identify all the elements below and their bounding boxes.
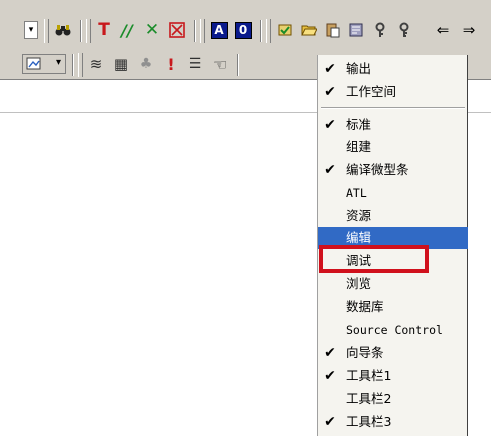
toolbar-row-1: ▾ T // ✕ A 0 ⇐ ⇒ <box>0 14 491 48</box>
workspace-icon[interactable] <box>274 19 296 41</box>
check-icon: ✔ <box>324 368 336 384</box>
menu-item-label: 标准 <box>346 117 372 132</box>
open-folder-icon[interactable] <box>298 19 320 41</box>
grid-icon[interactable]: ▦ <box>110 53 132 75</box>
toolbar-separator <box>237 54 238 76</box>
key2-icon[interactable] <box>393 19 415 41</box>
stack-icon[interactable]: ≋ <box>85 53 107 75</box>
key-icon[interactable] <box>369 19 391 41</box>
check-icon: ✔ <box>324 61 336 77</box>
menu-item-resource[interactable]: 资源 <box>318 205 468 227</box>
menu-item-build[interactable]: 组建 <box>318 136 468 158</box>
toolbar-separator <box>80 20 81 42</box>
menu-item-toolbar3[interactable]: ✔ 工具栏3 <box>318 411 468 433</box>
x-box-icon[interactable] <box>166 19 188 41</box>
toolbar-separator <box>72 54 73 76</box>
box-0-label: 0 <box>234 21 252 39</box>
menu-item-label: Source Control <box>346 323 443 337</box>
binoculars-icon[interactable] <box>52 19 74 41</box>
menu-separator <box>321 107 465 108</box>
toolbar-grip[interactable] <box>86 19 91 43</box>
build-icon[interactable]: ♣ <box>135 53 157 75</box>
toolbar-grip[interactable] <box>200 19 205 43</box>
menu-item-label: 输出 <box>346 61 372 76</box>
menu-item-output[interactable]: ✔ 输出 <box>318 58 468 80</box>
menu-item-label: 组建 <box>346 139 372 154</box>
menu-item-label: 向导条 <box>346 345 384 360</box>
box-0-button[interactable]: 0 <box>232 19 254 41</box>
toolbar-separator <box>260 20 261 42</box>
menu-item-standard[interactable]: ✔ 标准 <box>318 114 468 136</box>
check-icon: ✔ <box>324 84 336 100</box>
menu-item-label: 工作空间 <box>346 84 397 99</box>
menu-item-label: 工具栏3 <box>346 414 392 429</box>
toolbar-grip[interactable] <box>266 19 271 43</box>
toolbar-grip[interactable] <box>78 53 83 77</box>
menu-item-label: 编译微型条 <box>346 162 409 177</box>
menu-item-source-control[interactable]: Source Control <box>318 319 468 341</box>
toolbar-grip[interactable] <box>44 19 49 43</box>
execute-icon[interactable]: ! <box>160 53 182 75</box>
menu-item-label: ATL <box>346 186 367 200</box>
combo-dropdown-arrow[interactable]: ▾ <box>24 21 38 39</box>
toolbar-separator <box>194 20 195 42</box>
menu-item-label: 浏览 <box>346 276 372 291</box>
arrow-right-icon[interactable]: ⇒ <box>458 19 480 41</box>
check-icon: ✔ <box>324 345 336 361</box>
paste-icon[interactable] <box>322 19 344 41</box>
menu-item-label: 编辑 <box>346 230 372 245</box>
menu-item-toolbar2[interactable]: 工具栏2 <box>318 388 468 410</box>
menu-item-toolbar1[interactable]: ✔ 工具栏1 <box>318 365 468 387</box>
box-a-label: A <box>210 21 228 39</box>
menu-item-browse[interactable]: 浏览 <box>318 273 468 295</box>
dropdown-image-icon <box>26 57 41 70</box>
menu-item-workspace[interactable]: ✔ 工作空间 <box>318 81 468 103</box>
comment-icon[interactable]: // <box>116 19 138 41</box>
text-tool-icon[interactable]: T <box>93 19 115 41</box>
check-icon: ✔ <box>324 117 336 133</box>
hand-icon[interactable]: ☜ <box>209 53 231 75</box>
menu-item-database[interactable]: 数据库 <box>318 296 468 318</box>
menu-item-wizard-bar[interactable]: ✔ 向导条 <box>318 342 468 364</box>
menu-item-label: 工具栏2 <box>346 391 392 406</box>
debug-highlight-callout <box>319 245 429 273</box>
x-mark-icon[interactable]: ✕ <box>141 19 163 41</box>
menu-item-label: 资源 <box>346 208 372 223</box>
arrow-left-icon[interactable]: ⇐ <box>432 19 454 41</box>
list-icon[interactable]: ☰ <box>184 53 206 75</box>
box-a-button[interactable]: A <box>208 19 230 41</box>
chevron-down-icon: ▾ <box>55 57 61 68</box>
menu-item-label: 工具栏1 <box>346 368 392 383</box>
menu-item-label: 数据库 <box>346 299 384 314</box>
mode-dropdown[interactable]: ▾ <box>22 54 66 74</box>
menu-item-build-minibar[interactable]: ✔ 编译微型条 <box>318 159 468 181</box>
menu-item-atl[interactable]: ATL <box>318 182 468 204</box>
check-icon: ✔ <box>324 162 336 178</box>
compile-icon[interactable] <box>345 19 367 41</box>
check-icon: ✔ <box>324 414 336 430</box>
